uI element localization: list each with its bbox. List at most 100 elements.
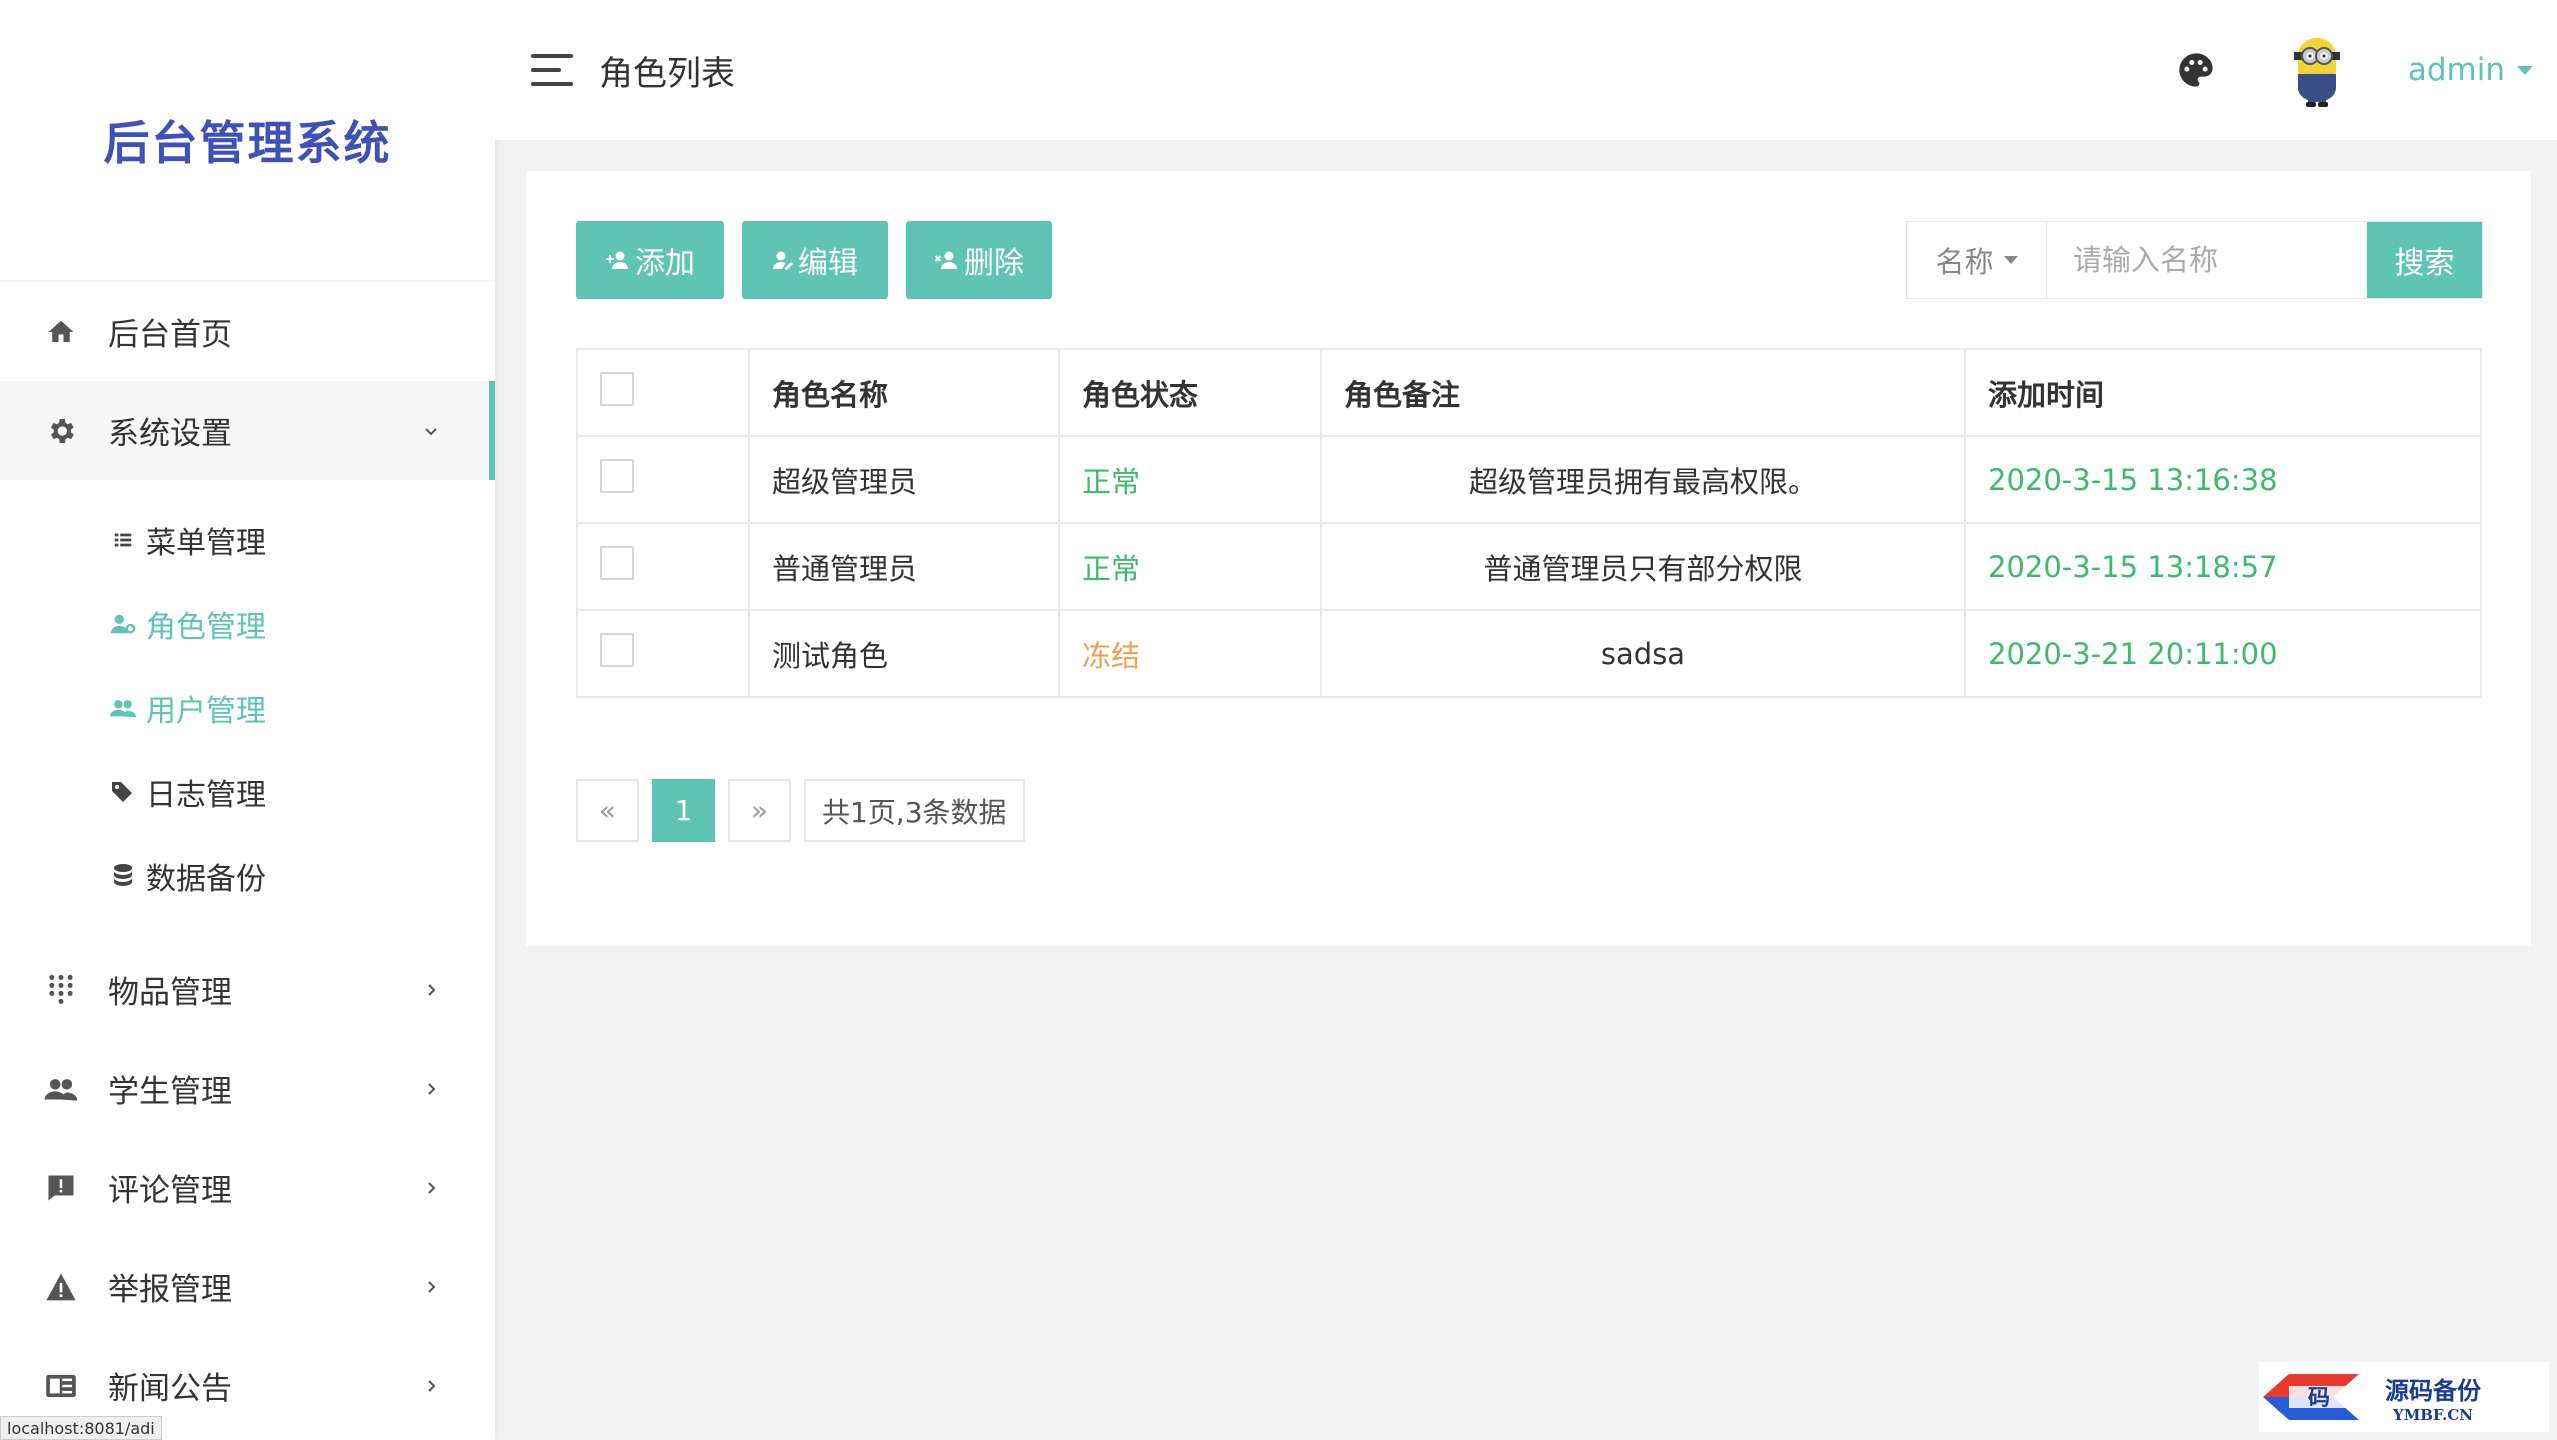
list-icon xyxy=(110,527,136,553)
user-add-icon xyxy=(606,251,628,269)
role-remark: 超级管理员拥有最高权限。 xyxy=(1320,435,1966,524)
header-right: admin xyxy=(2176,0,2533,140)
chevron-down-icon xyxy=(423,416,439,446)
chevron-right-icon xyxy=(423,1173,439,1203)
user-name: admin xyxy=(2407,52,2505,88)
role-status: 正常 xyxy=(1058,522,1322,611)
dots-grid-icon xyxy=(44,973,78,1007)
search-input[interactable] xyxy=(2047,222,2367,298)
role-name: 普通管理员 xyxy=(748,522,1060,611)
sidebar-item-label: 评论管理 xyxy=(108,1173,232,1209)
sidebar-subitem-label: 菜单管理 xyxy=(146,526,266,561)
table-row[interactable]: 测试角色 冻结 sadsa 2020-3-21 20:11:00 xyxy=(576,609,2482,698)
chevron-right-icon xyxy=(423,975,439,1005)
role-name: 超级管理员 xyxy=(748,435,1060,524)
system-submenu: 菜单管理 角色管理 用户管理 日志管理 数据备份 xyxy=(0,480,495,940)
tags-icon xyxy=(110,779,136,805)
row-checkbox[interactable] xyxy=(600,459,634,493)
sidebar-subitem-backup[interactable]: 数据备份 xyxy=(0,834,495,918)
role-list-card: 添加 编辑 删除 名称 搜索 角色名称 角色状态 角色备注 添加时 xyxy=(526,171,2531,946)
pagination: « 1 » 共1页,3条数据 xyxy=(576,779,1038,842)
sidebar-subitem-label: 日志管理 xyxy=(146,778,266,813)
column-header: 角色状态 xyxy=(1058,348,1322,437)
prev-page-button[interactable]: « xyxy=(576,779,639,842)
role-table: 角色名称 角色状态 角色备注 添加时间 超级管理员 正常 超级管理员拥有最高权限… xyxy=(576,348,2482,698)
search-box: 名称 搜索 xyxy=(1906,221,2483,299)
search-field-select[interactable]: 名称 xyxy=(1907,222,2047,298)
sidebar-item-goods[interactable]: 物品管理 xyxy=(0,940,495,1039)
row-select-cell xyxy=(576,435,750,524)
sidebar-item-reports[interactable]: 举报管理 xyxy=(0,1237,495,1336)
home-icon xyxy=(44,315,78,349)
logo-text: 后台管理系统 xyxy=(103,116,392,170)
sidebar-item-students[interactable]: 学生管理 xyxy=(0,1039,495,1138)
sidebar-subitem-label: 角色管理 xyxy=(146,610,266,645)
sidebar-item-label: 系统设置 xyxy=(108,416,232,452)
edit-button[interactable]: 编辑 xyxy=(742,221,888,299)
row-checkbox[interactable] xyxy=(600,546,634,580)
top-header: 角色列表 admin xyxy=(495,0,2557,140)
table-row[interactable]: 普通管理员 正常 普通管理员只有部分权限 2020-3-15 13:18:57 xyxy=(576,522,2482,611)
add-button[interactable]: 添加 xyxy=(576,221,724,299)
avatar[interactable] xyxy=(2286,30,2348,110)
sidebar-subitem-log[interactable]: 日志管理 xyxy=(0,750,495,834)
search-button[interactable]: 搜索 xyxy=(2367,222,2482,298)
watermark-logo: 码 源码备份 YMBF.CN xyxy=(2259,1362,2549,1432)
user-menu[interactable]: admin xyxy=(2408,52,2533,88)
caret-down-icon xyxy=(2517,65,2533,75)
watermark-main: 源码备份 xyxy=(2385,1375,2481,1405)
toolbar: 添加 编辑 删除 xyxy=(576,221,1070,299)
sidebar-subitem-menu[interactable]: 菜单管理 xyxy=(0,498,495,582)
role-add-time: 2020-3-21 20:11:00 xyxy=(1964,609,2482,698)
table-row[interactable]: 超级管理员 正常 超级管理员拥有最高权限。 2020-3-15 13:16:38 xyxy=(576,435,2482,524)
role-add-time: 2020-3-15 13:18:57 xyxy=(1964,522,2482,611)
delete-button[interactable]: 删除 xyxy=(906,221,1052,299)
user-edit-icon xyxy=(773,251,793,270)
database-icon xyxy=(110,863,136,889)
delete-button-label: 删除 xyxy=(964,246,1024,281)
role-add-time: 2020-3-15 13:16:38 xyxy=(1964,435,2482,524)
watermark-text: 源码备份 YMBF.CN xyxy=(2385,1371,2481,1424)
sidebar-subitem-label: 数据备份 xyxy=(146,862,266,897)
search-field-label: 名称 xyxy=(1935,245,1994,279)
sidebar-subitem-role[interactable]: 角色管理 xyxy=(0,582,495,666)
column-header: 角色名称 xyxy=(748,348,1060,437)
column-header: 添加时间 xyxy=(1964,348,2482,437)
select-all-checkbox[interactable] xyxy=(600,372,634,406)
caret-down-icon xyxy=(2003,256,2018,264)
row-select-cell xyxy=(576,609,750,698)
role-remark: sadsa xyxy=(1320,609,1966,698)
role-status: 正常 xyxy=(1058,435,1322,524)
sidebar-item-label: 后台首页 xyxy=(108,317,232,353)
chevron-right-icon xyxy=(423,1272,439,1302)
palette-icon[interactable] xyxy=(2176,50,2216,90)
warning-icon xyxy=(44,1270,78,1304)
chevron-right-icon xyxy=(423,1371,439,1401)
sidebar-item-home[interactable]: 后台首页 xyxy=(0,282,495,381)
sidebar-item-label: 举报管理 xyxy=(108,1272,232,1308)
row-select-cell xyxy=(576,522,750,611)
row-checkbox[interactable] xyxy=(600,633,634,667)
sidebar-item-comments[interactable]: 评论管理 xyxy=(0,1138,495,1237)
browser-status-bar: localhost:8081/adi xyxy=(0,1416,162,1440)
select-all-cell xyxy=(576,348,750,437)
next-page-button[interactable]: » xyxy=(728,779,791,842)
sidebar: 后台管理系统 后台首页 系统设置 菜单管理 角色管理 用户管理 日志管理 数据备… xyxy=(0,0,495,1440)
sidebar-item-system-settings[interactable]: 系统设置 xyxy=(0,381,495,480)
sidebar-item-label: 物品管理 xyxy=(108,975,232,1011)
hamburger-menu-icon[interactable] xyxy=(531,54,573,86)
newspaper-icon xyxy=(44,1369,78,1403)
users-icon xyxy=(110,695,136,721)
role-name: 测试角色 xyxy=(748,609,1060,698)
sidebar-subitem-label: 用户管理 xyxy=(146,694,266,729)
sidebar-item-label: 新闻公告 xyxy=(108,1371,232,1407)
role-status: 冻结 xyxy=(1058,609,1322,698)
chevron-right-icon xyxy=(423,1074,439,1104)
watermark-glyph: 码 xyxy=(2308,1385,2330,1411)
sidebar-subitem-user[interactable]: 用户管理 xyxy=(0,666,495,750)
page-number-button[interactable]: 1 xyxy=(652,779,715,842)
logo: 后台管理系统 xyxy=(0,0,495,282)
watermark-logo-graphic: 码 xyxy=(2263,1374,2359,1420)
user-gear-icon xyxy=(110,611,136,637)
column-header: 角色备注 xyxy=(1320,348,1966,437)
